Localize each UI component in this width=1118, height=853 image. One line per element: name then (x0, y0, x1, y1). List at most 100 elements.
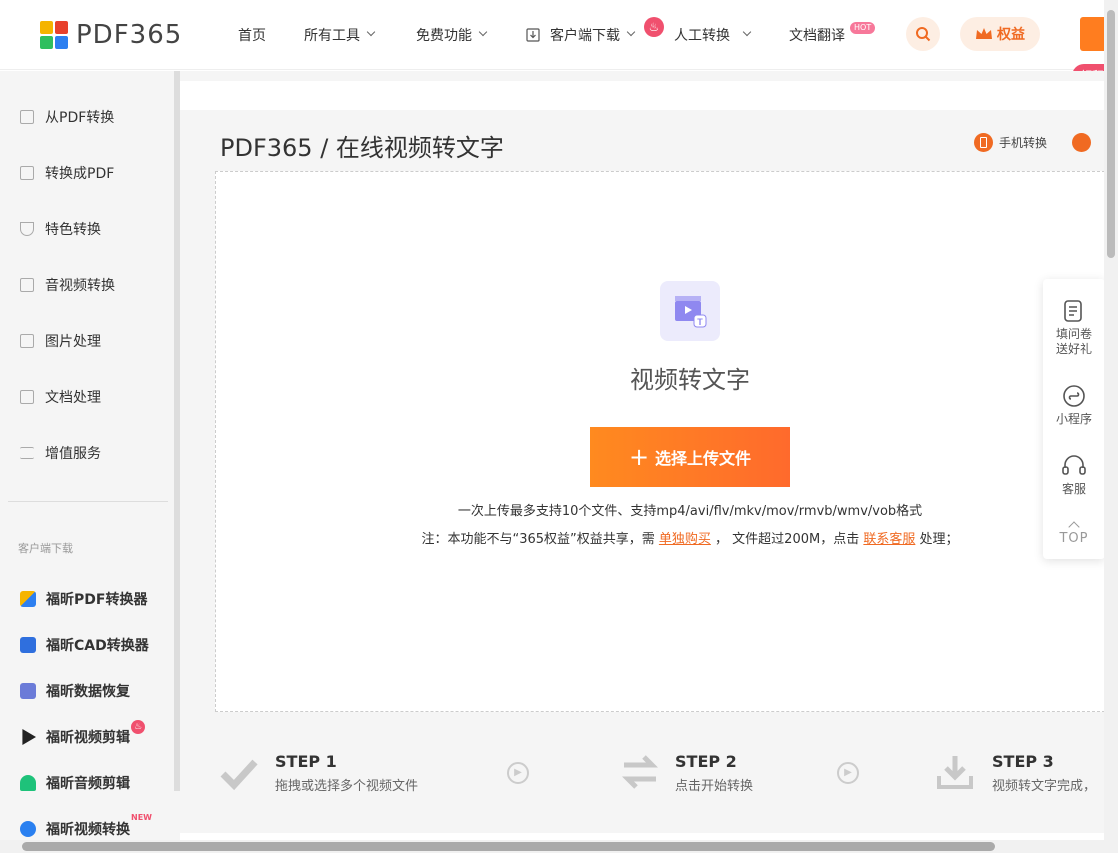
survey-icon (1064, 300, 1082, 322)
survey-label: 填问卷 送好礼 (1055, 327, 1092, 356)
quanyi-button[interactable]: 权益 (960, 17, 1040, 51)
cad-app-icon (20, 637, 36, 653)
top-strip (180, 81, 1104, 110)
quanyi-label: 权益 (997, 27, 1025, 43)
top-label: TOP (1059, 531, 1089, 546)
sidebar-item-label: 特色转换 (45, 222, 101, 238)
back-to-top-button[interactable]: TOP (1043, 519, 1105, 546)
download-label: 福昕视频转换 (46, 822, 130, 838)
sidebar-item-label: 从PDF转换 (45, 110, 115, 126)
sidebar-divider (8, 501, 168, 502)
download-label: 福昕视频剪辑 (46, 730, 130, 746)
headset-icon (1062, 455, 1086, 475)
mini-program-button[interactable]: 小程序 (1043, 384, 1105, 427)
nav-home[interactable]: 首页 (238, 0, 266, 70)
sidebar-item-label: 音视频转换 (45, 278, 115, 294)
sidebar-item-to-pdf[interactable]: 转换成PDF (20, 163, 114, 183)
chevron-down-icon (478, 27, 488, 37)
nav-manual[interactable]: 人工转换 (674, 0, 752, 70)
step3-desc: 视频转文字完成， (992, 779, 1097, 794)
upload-info: 一次上传最多支持10个文件、支持mp4/avi/flv/mkv/mov/rmvb… (457, 504, 923, 519)
sidebar-item-image[interactable]: 图片处理 (20, 331, 101, 351)
scrollbar-thumb[interactable] (1107, 10, 1115, 258)
chevron-down-icon (366, 27, 376, 37)
chevron-down-icon (742, 27, 752, 37)
download-cad-converter[interactable]: 福昕CAD转换器 (20, 635, 149, 655)
contact-service-link[interactable]: 联系客服 (863, 532, 915, 547)
downloads-title: 客户端下载 (18, 542, 73, 555)
login-button[interactable] (1080, 17, 1104, 51)
nav-free[interactable]: 免费功能 (416, 0, 488, 70)
image-icon (20, 334, 34, 348)
download-client-icon[interactable] (1072, 133, 1091, 152)
sidebar-item-label: 文档处理 (45, 390, 101, 406)
download-label: 福昕PDF转换器 (46, 592, 148, 608)
nav-translate[interactable]: 文档翻译 (789, 0, 845, 70)
hot-badge: HOT (850, 22, 876, 34)
nav-label: 客户端下载 (550, 28, 620, 44)
note-text: ， 文件超过200M，点击 (715, 532, 860, 547)
right-float-toolbar: 填问卷 送好礼 小程序 客服 TOP (1043, 279, 1105, 559)
chevron-down-icon (626, 27, 636, 37)
nav-label: 所有工具 (304, 28, 360, 44)
download-label: 福昕音频剪辑 (46, 776, 130, 792)
page-title: PDF365 / 在线视频转文字 (220, 134, 504, 162)
step3-title: STEP 3 (992, 752, 1054, 771)
tool-title: 视频转文字 (630, 366, 750, 394)
download-video-editor[interactable]: 福昕视频剪辑 (20, 727, 130, 747)
convert-arrows-icon (621, 753, 659, 795)
check-icon (220, 757, 258, 795)
upload-note: 注：本功能不与“365权益”权益共享，需 单独购买 ， 文件超过200M，点击 … (390, 528, 990, 547)
audio-editor-app-icon (20, 775, 36, 791)
mobile-convert-link[interactable]: 手机转换 (974, 133, 1047, 152)
step1-desc: 拖拽或选择多个视频文件 (275, 779, 419, 794)
new-badge: NEW (131, 813, 152, 822)
step1-title: STEP 1 (275, 752, 337, 771)
nav-label: 首页 (238, 28, 266, 44)
sidebar-item-label: 图片处理 (45, 334, 101, 350)
download-icon (526, 28, 540, 42)
video-converter-app-icon (20, 821, 36, 837)
nav-all-tools[interactable]: 所有工具 (304, 0, 376, 70)
download-audio-editor[interactable]: 福昕音频剪辑 (20, 773, 130, 793)
star-icon (20, 222, 34, 236)
download-label: 福昕数据恢复 (46, 684, 130, 700)
recovery-app-icon (20, 683, 36, 699)
download-video-converter[interactable]: 福昕视频转换 (20, 819, 130, 839)
arrow-circle-icon: ▶ (837, 762, 859, 784)
document-icon (20, 390, 34, 404)
download-data-recovery[interactable]: 福昕数据恢复 (20, 681, 130, 701)
download-pdf-converter[interactable]: 福昕PDF转换器 (20, 589, 147, 609)
step2-desc: 点击开始转换 (675, 779, 754, 794)
top-header: PDF365 首页 所有工具 免费功能 客户端下载 ♨ 人工转换 文档翻译 HO… (0, 0, 1118, 70)
logo-text: PDF365 (76, 20, 183, 50)
arrow-circle-icon: ▶ (507, 762, 529, 784)
search-icon (916, 27, 931, 42)
sidebar-item-from-pdf[interactable]: 从PDF转换 (20, 107, 114, 127)
nav-label: 文档翻译 (789, 28, 845, 44)
upload-button[interactable]: + 选择上传文件 (590, 427, 790, 487)
media-icon (20, 278, 34, 292)
nav-label: 免费功能 (416, 28, 472, 44)
service-button[interactable]: 客服 (1043, 454, 1105, 497)
video-editor-app-icon (22, 729, 36, 745)
buy-separately-link[interactable]: 单独购买 (659, 532, 711, 547)
plus-icon: + (628, 443, 650, 471)
logo[interactable]: PDF365 (40, 20, 182, 50)
sidebar-item-document[interactable]: 文档处理 (20, 387, 101, 407)
sidebar-item-media[interactable]: 音视频转换 (20, 275, 115, 295)
service-label: 客服 (1061, 482, 1086, 496)
survey-button[interactable]: 填问卷 送好礼 (1043, 299, 1105, 357)
mini-program-icon (1063, 385, 1085, 407)
svg-text:T: T (697, 317, 703, 327)
search-button[interactable] (906, 17, 940, 51)
sidebar-item-services[interactable]: 增值服务 (20, 443, 101, 463)
scrollbar-thumb[interactable] (22, 842, 995, 851)
pdf-to-icon (20, 166, 34, 180)
vertical-scrollbar[interactable] (1104, 0, 1118, 840)
horizontal-scrollbar[interactable] (0, 840, 1118, 853)
nav-download[interactable]: 客户端下载 (526, 0, 636, 70)
sidebar-item-special[interactable]: 特色转换 (20, 219, 101, 239)
mobile-convert-label: 手机转换 (999, 136, 1048, 150)
upload-button-label: 选择上传文件 (655, 449, 752, 468)
